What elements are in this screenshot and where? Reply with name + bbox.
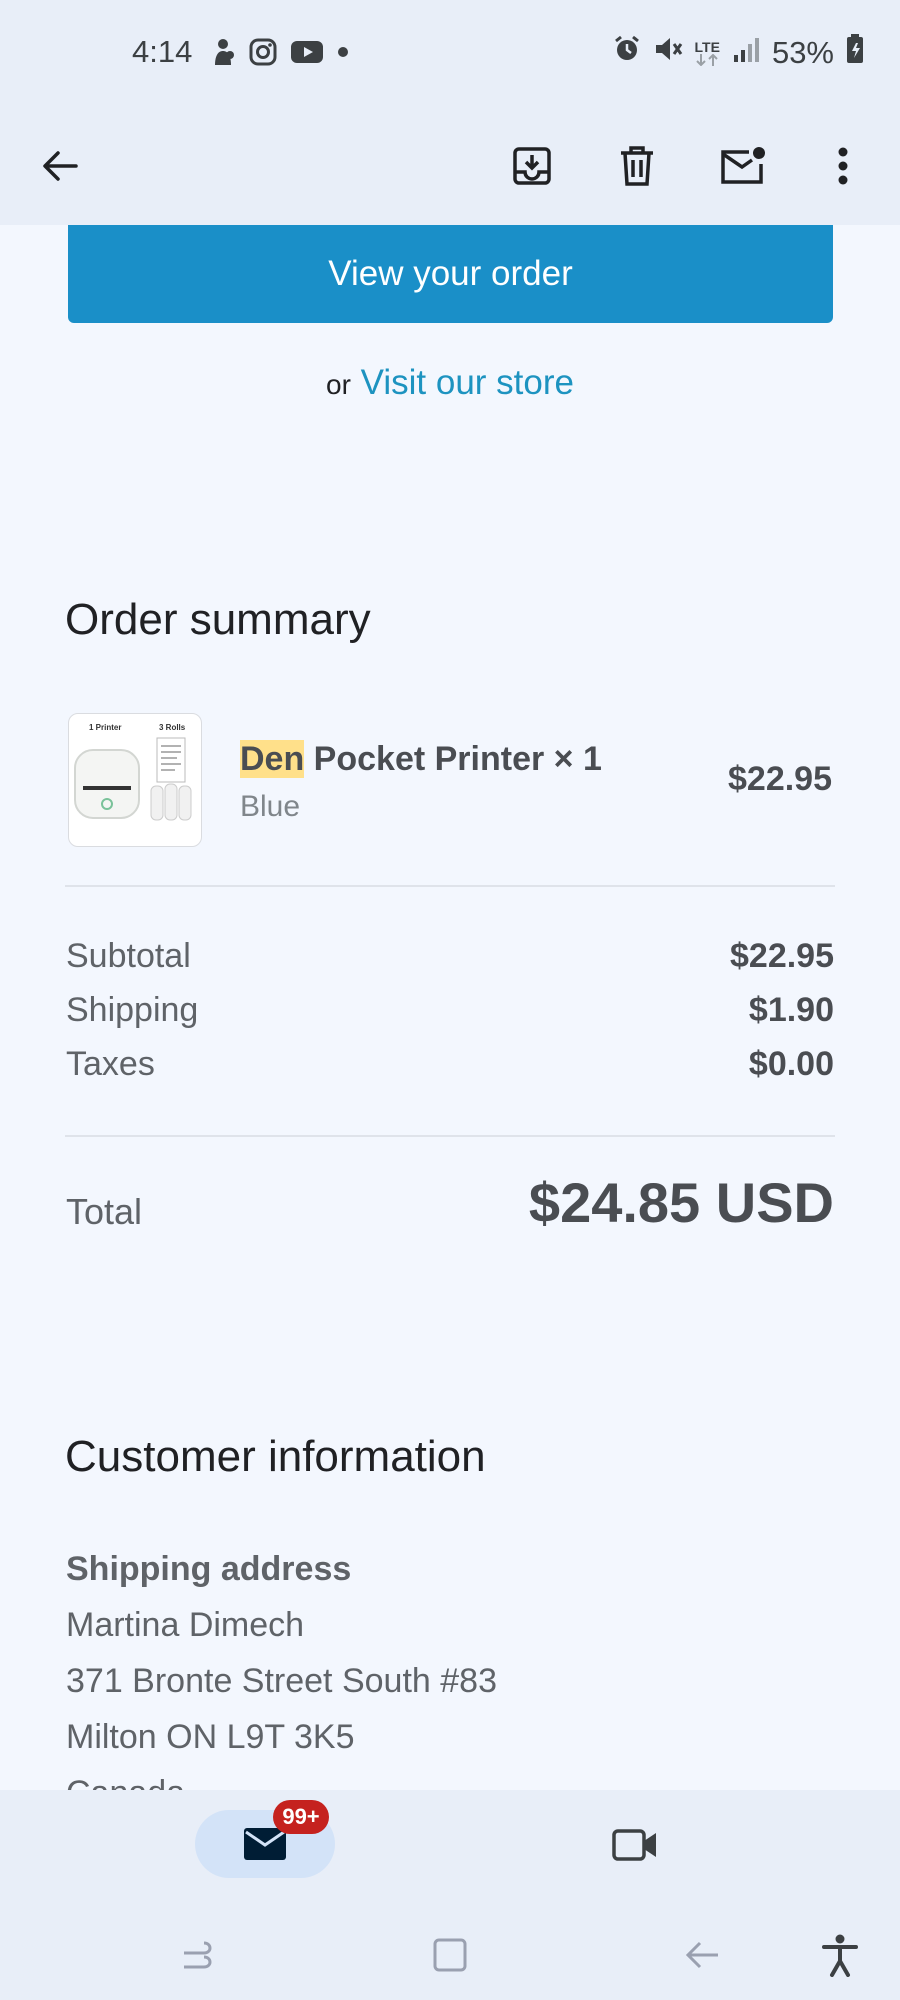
address-line: Martina Dimech (66, 1606, 305, 1644)
email-toolbar (0, 110, 900, 225)
bottom-navigation: 99+ (0, 1790, 900, 2000)
address-line: Canada (66, 1774, 185, 1790)
accessibility-icon (822, 1934, 858, 1977)
video-icon (612, 1829, 656, 1861)
delete-button[interactable] (601, 130, 673, 202)
divider (65, 885, 835, 887)
unread-count-badge: 99+ (273, 1800, 329, 1834)
thumb-label-right: 3 Rolls (159, 723, 186, 732)
view-order-button[interactable]: View your order (68, 225, 833, 323)
nav-meet-tab[interactable] (600, 1820, 670, 1870)
thumb-label-left: 1 Printer (89, 723, 121, 732)
lte-icon: LTE (695, 40, 720, 66)
shipping-address-heading: Shipping address (66, 1550, 352, 1588)
shipping-label: Shipping (66, 991, 199, 1029)
more-options-button[interactable] (807, 130, 879, 202)
status-left-icons (210, 36, 350, 72)
home-icon (433, 1938, 467, 1972)
product-name-rest: Pocket Printer × 1 (304, 740, 602, 778)
archive-icon (513, 147, 551, 185)
recents-button[interactable] (168, 1925, 228, 1985)
product-thumbnail[interactable]: 1 Printer 3 Rolls (68, 713, 202, 847)
status-right-icons: LTE 53% (613, 34, 864, 72)
mark-unread-button[interactable] (706, 130, 778, 202)
home-button[interactable] (420, 1925, 480, 1985)
search-highlight: Den (240, 740, 305, 778)
notification-figure-icon (210, 37, 236, 72)
customer-info-heading: Customer information (65, 1432, 486, 1481)
battery-icon (846, 34, 864, 72)
mute-icon (653, 35, 683, 71)
subtotal-label: Subtotal (66, 937, 191, 975)
product-variant: Blue (240, 790, 301, 823)
system-back-button[interactable] (672, 1925, 732, 1985)
battery-percent: 53% (771, 35, 834, 70)
instagram-icon (248, 37, 278, 72)
address-line: 371 Bronte Street South #83 (66, 1662, 497, 1700)
alarm-icon (613, 35, 641, 71)
archive-button[interactable] (496, 130, 568, 202)
email-body: View your order or Visit our store Order… (0, 225, 900, 1790)
back-icon (685, 1941, 718, 1969)
back-button[interactable] (24, 130, 96, 202)
visit-store-link[interactable]: Visit our store (361, 363, 574, 402)
taxes-value: $0.00 (748, 1045, 834, 1083)
back-arrow-icon (43, 151, 78, 181)
product-name: Den Pocket Printer × 1 (240, 740, 602, 779)
subtotal-value: $22.95 (730, 937, 834, 975)
order-summary-heading: Order summary (65, 595, 371, 644)
product-price: $22.95 (728, 760, 832, 798)
or-text: or (326, 369, 351, 400)
status-time: 4:14 (132, 34, 193, 69)
recents-icon (184, 1941, 212, 1969)
dot-icon (336, 45, 350, 64)
signal-icon (732, 35, 760, 71)
total-value: $24.85 USD (528, 1171, 834, 1234)
address-line: Milton ON L9T 3K5 (66, 1718, 355, 1756)
pocket-printer-image: 1 Printer 3 Rolls (74, 723, 192, 821)
visit-store-line: or Visit our store (0, 363, 900, 403)
shipping-value: $1.90 (748, 991, 834, 1029)
youtube-icon (290, 39, 324, 70)
lte-label: LTE (694, 39, 720, 55)
mark-unread-icon (721, 147, 765, 184)
delete-icon (621, 146, 653, 186)
accessibility-button[interactable] (810, 1925, 870, 1985)
more-vert-icon (838, 147, 848, 185)
total-label: Total (66, 1191, 143, 1232)
status-bar: 4:14 LTE 53% (0, 0, 900, 110)
divider (65, 1135, 835, 1137)
taxes-label: Taxes (66, 1045, 155, 1083)
